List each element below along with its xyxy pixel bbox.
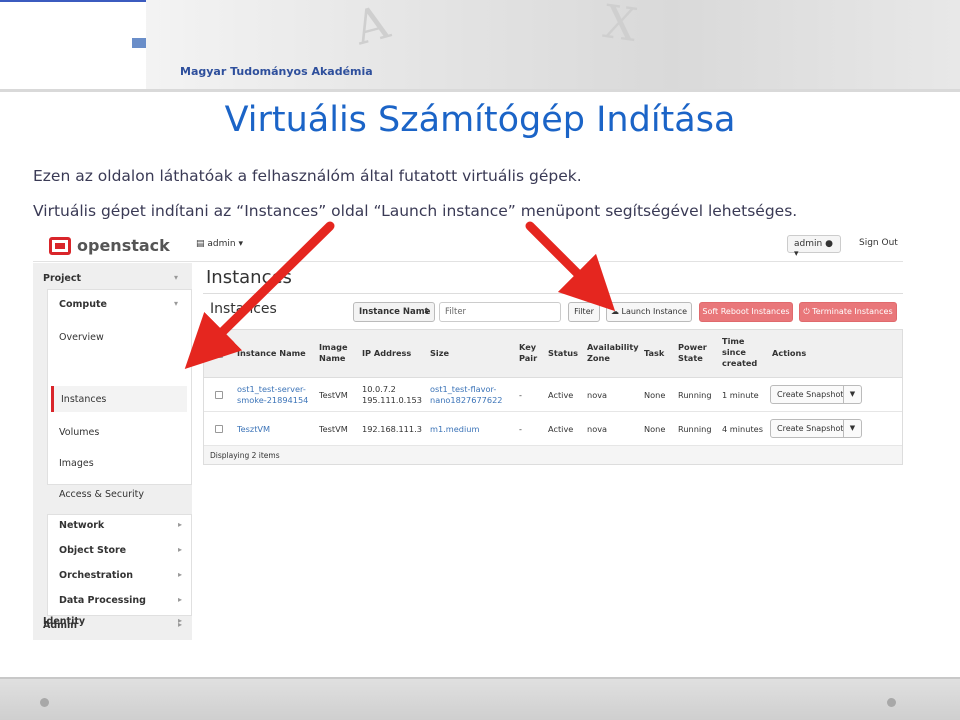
openstack-logo-text: openstack bbox=[77, 236, 170, 255]
decorative-key-letter-a: A bbox=[348, 0, 395, 56]
availability-zone: nova bbox=[587, 424, 608, 434]
col-status[interactable]: Status bbox=[548, 348, 578, 359]
flavor-size-link[interactable]: ost1_test-flavor-nano1827677622 bbox=[430, 384, 503, 406]
col-actions: Actions bbox=[772, 348, 807, 358]
table-header-row: Instance Name Image Name IP Address Size … bbox=[204, 330, 902, 378]
chevron-down-icon: ▾ bbox=[235, 239, 243, 249]
chevron-right-icon: ▸ bbox=[178, 595, 183, 604]
cloud-upload-icon: ☁ bbox=[610, 307, 622, 316]
sidebar-identity-label[interactable]: Identity bbox=[43, 616, 85, 627]
time-since-created: 1 minute bbox=[722, 390, 759, 400]
col-task[interactable]: Task bbox=[644, 348, 664, 359]
filter-button[interactable]: Filter bbox=[568, 302, 600, 322]
slide-nav-dot-right bbox=[887, 698, 896, 707]
table-row: ost1_test-server-smoke-21894154 TestVM 1… bbox=[204, 378, 902, 412]
task: None bbox=[644, 424, 666, 434]
sign-out-link[interactable]: Sign Out bbox=[859, 238, 898, 248]
sidebar-item-volumes[interactable]: Volumes bbox=[59, 427, 99, 438]
create-snapshot-button[interactable]: Create Snapshot ▼ bbox=[770, 385, 862, 404]
image-name: TestVM bbox=[319, 424, 348, 434]
slide-text-line-2: Virtuális gépet indítani az “Instances” … bbox=[33, 202, 798, 220]
launch-instance-button[interactable]: ☁ Launch Instance bbox=[606, 302, 692, 322]
item-count: Displaying 2 items bbox=[210, 451, 280, 460]
sidebar-network[interactable]: Network bbox=[59, 520, 104, 531]
page-title: Instances bbox=[206, 267, 292, 288]
flavor-size-link[interactable]: m1.medium bbox=[430, 424, 479, 435]
caret-down-icon[interactable]: ▼ bbox=[843, 386, 861, 403]
openstack-logo-icon bbox=[49, 237, 71, 255]
filter-input[interactable]: Filter bbox=[439, 302, 561, 322]
slide-footer-bar bbox=[0, 677, 960, 720]
caret-down-icon[interactable]: ▼ bbox=[843, 420, 861, 437]
col-size[interactable]: Size bbox=[430, 348, 449, 359]
slide-text-line-1: Ezen az oldalon láthatóak a felhasználóm… bbox=[33, 167, 582, 185]
col-instance-name[interactable]: Instance Name bbox=[237, 348, 306, 359]
slide-nav-dot-left bbox=[40, 698, 49, 707]
sidebar-item-overview[interactable]: Overview bbox=[59, 332, 104, 343]
table-row: TesztVM TestVM 192.168.111.3 m1.medium -… bbox=[204, 412, 902, 446]
key-pair: - bbox=[519, 390, 522, 400]
instances-table: Instance Name Image Name IP Address Size … bbox=[203, 329, 903, 465]
table-title: Instances bbox=[210, 301, 277, 317]
slide-header-banner: A X Magyar Tudományos Akadémia bbox=[0, 0, 960, 92]
power-icon: ⏻ bbox=[803, 307, 813, 316]
power-state: Running bbox=[678, 390, 712, 400]
slide-title: Virtuális Számítógép Indítása bbox=[224, 100, 736, 140]
select-all-checkbox[interactable] bbox=[215, 350, 223, 358]
openstack-dashboard-screenshot: openstack ▤ admin ▾ admin ● ▾ Sign Out P… bbox=[33, 230, 903, 640]
sidebar-item-images[interactable]: Images bbox=[59, 458, 94, 469]
col-availability-zone[interactable]: Availability Zone bbox=[587, 342, 639, 364]
sidebar-compute[interactable]: Compute bbox=[59, 299, 107, 310]
col-power-state[interactable]: Power State bbox=[678, 342, 707, 364]
image-name: TestVM bbox=[319, 390, 348, 400]
project-icon: ▤ bbox=[196, 239, 208, 249]
chevron-right-icon: ▸ bbox=[178, 570, 183, 579]
chevron-down-icon: ▾ bbox=[174, 273, 179, 282]
sidebar-data-processing[interactable]: Data Processing bbox=[59, 595, 146, 606]
col-ip-address[interactable]: IP Address bbox=[362, 348, 411, 359]
time-since-created: 4 minutes bbox=[722, 424, 763, 434]
soft-reboot-button[interactable]: Soft Reboot Instances bbox=[699, 302, 793, 322]
ip-address: 192.168.111.3 bbox=[362, 424, 422, 434]
sidebar-project[interactable]: Project bbox=[43, 273, 81, 284]
row-checkbox[interactable] bbox=[215, 425, 223, 433]
chevron-right-icon: ▸ bbox=[178, 545, 183, 554]
power-state: Running bbox=[678, 424, 712, 434]
col-image-name[interactable]: Image Name bbox=[319, 342, 348, 364]
task: None bbox=[644, 390, 666, 400]
academy-name: Magyar Tudományos Akadémia bbox=[180, 65, 373, 78]
sidebar-item-access-security[interactable]: Access & Security bbox=[59, 489, 144, 500]
chevron-down-icon: ▾ bbox=[174, 299, 179, 308]
ip-address: 10.0.7.2 195.111.0.153 bbox=[362, 384, 422, 405]
table-footer: Displaying 2 items bbox=[204, 446, 902, 464]
instance-name-link[interactable]: TesztVM bbox=[237, 424, 270, 435]
sidebar-object-store[interactable]: Object Store bbox=[59, 545, 126, 556]
availability-zone: nova bbox=[587, 390, 608, 400]
user-menu[interactable]: admin ● ▾ bbox=[787, 235, 841, 259]
status: Active bbox=[548, 390, 574, 400]
status: Active bbox=[548, 424, 574, 434]
instance-name-link[interactable]: ost1_test-server-smoke-21894154 bbox=[237, 384, 308, 406]
chevron-right-icon: ▸ bbox=[178, 520, 183, 529]
sidebar-item-instances[interactable]: Instances bbox=[61, 394, 106, 405]
create-snapshot-button[interactable]: Create Snapshot ▼ bbox=[770, 419, 862, 438]
select-arrows-icon: ⇕ bbox=[422, 307, 430, 317]
filter-field-select[interactable]: Instance Name ⇕ bbox=[353, 302, 435, 322]
dashboard-sidebar: Project ▾ Compute ▾ Overview Instances V… bbox=[33, 263, 192, 640]
project-selector[interactable]: ▤ admin ▾ bbox=[196, 239, 243, 249]
col-time-since-created[interactable]: Time since created bbox=[722, 336, 757, 369]
dashboard-topbar: openstack ▤ admin ▾ admin ● ▾ Sign Out bbox=[33, 230, 903, 262]
sidebar-orchestration[interactable]: Orchestration bbox=[59, 570, 133, 581]
row-checkbox[interactable] bbox=[215, 391, 223, 399]
decorative-key-letter-x: X bbox=[600, 0, 641, 53]
terminate-instances-button[interactable]: ⏻ Terminate Instances bbox=[799, 302, 897, 322]
col-key-pair[interactable]: Key Pair bbox=[519, 342, 537, 364]
key-pair: - bbox=[519, 424, 522, 434]
chevron-right-icon: ▸ bbox=[178, 616, 183, 625]
